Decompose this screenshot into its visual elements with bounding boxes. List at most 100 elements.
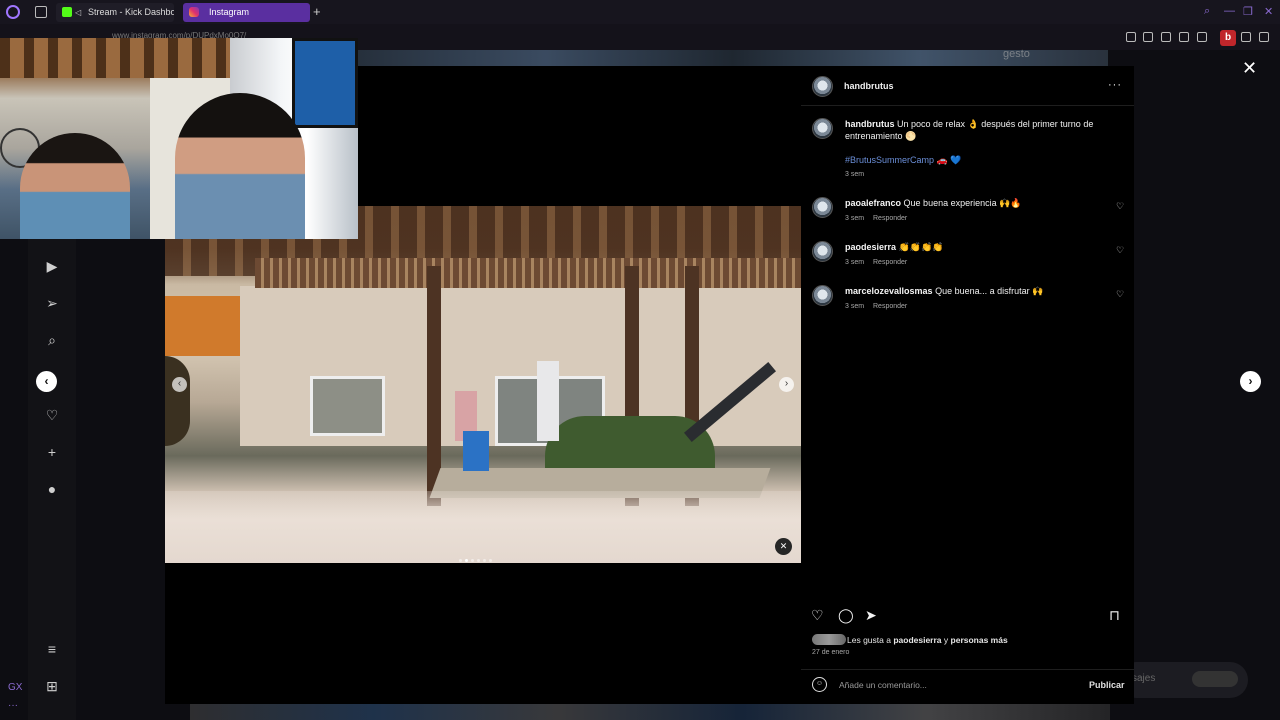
webcam-ceiling [0,38,230,78]
reply-button[interactable]: Responder [873,303,907,310]
commenter-avatar[interactable] [812,197,833,218]
close-modal-icon[interactable]: ✕ [1242,58,1257,79]
snapshot-icon[interactable] [1143,32,1153,42]
post-date: 27 de enero [812,649,850,656]
comment-text: Que buena... a disfrutar 🙌 [935,286,1044,296]
comment-text: 👏👏👏👏 [898,242,944,252]
profile-button[interactable]: b [1220,30,1236,46]
carousel-dot [477,559,480,562]
create-icon[interactable]: + [44,444,60,460]
gx-icon[interactable]: GX [8,682,22,693]
reply-button[interactable]: Responder [873,215,907,222]
search-icon[interactable]: ⌕ [1204,5,1210,18]
comment-item: paoalefranco Que buena experiencia 🙌🔥 [845,197,1022,209]
photo-balcony [255,258,801,288]
heart-toolbar-icon[interactable] [1197,32,1207,42]
new-tab-button[interactable]: + [313,4,321,19]
tab-kick-dashboard[interactable]: ◁ Stream - Kick Dashboa [56,3,174,22]
share-icon[interactable]: ➤ [865,607,877,624]
opera-logo-icon[interactable] [6,5,20,19]
comment-like-icon[interactable]: ♡ [1116,245,1124,256]
restore-icon[interactable]: ❐ [1243,5,1253,18]
comment-item: paodesierra 👏👏👏👏 [845,241,943,253]
photo-person [537,361,559,441]
mute-icon[interactable]: ✕ [775,538,792,555]
webcam-person [175,93,305,239]
workspaces-icon[interactable] [35,6,47,18]
play-icon[interactable] [1179,32,1189,42]
carousel-dots [459,549,509,562]
carousel-dot [483,559,486,562]
messages-label: sajes [1132,673,1156,684]
comment-icon[interactable]: ◯ [838,607,854,624]
close-window-icon[interactable]: ✕ [1264,5,1273,18]
browser-tab-bar: ◁ Stream - Kick Dashboa Instagram + ⌕ — … [0,0,1280,24]
comment-item: marcelozevallosmas Que buena... a disfru… [845,285,1043,297]
speaker-icon[interactable]: ◁ [75,3,81,22]
caption-username[interactable]: handbrutus [845,119,895,129]
tab-instagram[interactable]: Instagram [183,3,310,22]
likers-avatars [812,634,846,645]
comment-username[interactable]: paoalefranco [845,198,901,208]
shield-icon[interactable] [1161,32,1171,42]
author-username[interactable]: handbrutus [844,80,894,92]
bookmark-icon[interactable] [1126,32,1136,42]
emoji-icon[interactable]: ☺ [812,677,827,692]
webcam-tv [292,38,358,128]
commenter-avatar[interactable] [812,241,833,262]
tab-label: Stream - Kick Dashboa [88,7,174,17]
minimize-icon[interactable]: — [1224,5,1235,17]
author-avatar[interactable] [812,76,833,97]
comment-like-icon[interactable]: ♡ [1116,289,1124,300]
caption-hashtag-line: #BrutusSummerCamp 🚗 💙 [845,154,961,166]
more-menu-icon[interactable]: ≡ [44,641,60,657]
previous-post-button[interactable]: ‹ [36,371,57,392]
comment-username[interactable]: paodesierra [845,242,896,252]
photo-sign [165,356,190,446]
post-photo[interactable] [165,206,801,563]
messages-icon[interactable]: ➢ [44,295,60,312]
likes-connector: y [943,635,949,645]
publish-button[interactable]: Publicar [1089,680,1125,690]
tab-label: Instagram [209,7,250,17]
comment-username[interactable]: marcelozevallosmas [845,286,933,296]
caption-avatar[interactable] [812,118,833,139]
comment-like-icon[interactable]: ♡ [1116,201,1124,212]
search-nav-icon[interactable]: ⌕ [44,332,60,349]
carousel-dot [471,559,474,562]
commenter-avatar[interactable] [812,285,833,306]
caption-time[interactable]: 3 sem [845,171,864,178]
comment-time[interactable]: 3 sem [845,303,864,310]
reply-button[interactable]: Responder [873,259,907,266]
webcam-overlay [0,38,358,239]
profile-nav-icon[interactable]: ● [44,481,60,497]
hashtag-link[interactable]: #BrutusSummerCamp [845,155,934,165]
comment-text: Que buena experiencia 🙌🔥 [903,198,1022,208]
photo-person [463,431,489,471]
next-post-button[interactable]: › [1240,371,1261,392]
carousel-dot [465,559,468,562]
more-icon[interactable]: ··· [8,700,18,711]
carousel-prev-button[interactable]: ‹ [172,377,187,392]
background-brand-text: gesto [1003,48,1030,60]
like-icon[interactable]: ♡ [811,607,824,624]
carousel-dot [459,559,462,562]
notifications-icon[interactable]: ♡ [44,407,60,424]
likes-others[interactable]: personas más [951,635,1008,645]
comment-time[interactable]: 3 sem [845,215,864,222]
threads-icon[interactable]: ⊞ [44,678,60,695]
instagram-favicon-icon [189,7,199,17]
download-icon[interactable] [1241,32,1251,42]
menu-icon[interactable] [1259,32,1269,42]
reels-icon[interactable]: ▶ [44,258,60,275]
more-options-icon[interactable]: ··· [1108,79,1122,91]
likes-summary: Les gusta a paodesierra y personas más [847,635,1008,645]
save-icon[interactable]: ⊓ [1109,607,1120,624]
caption: handbrutus Un poco de relax 👌 después de… [845,118,1110,142]
likes-user[interactable]: paodesierra [893,635,941,645]
carousel-next-button[interactable]: › [779,377,794,392]
messages-avatars [1192,671,1238,687]
comment-input[interactable]: Añade un comentario... [839,680,927,690]
feed-background-bottom [190,704,1110,720]
comment-time[interactable]: 3 sem [845,259,864,266]
